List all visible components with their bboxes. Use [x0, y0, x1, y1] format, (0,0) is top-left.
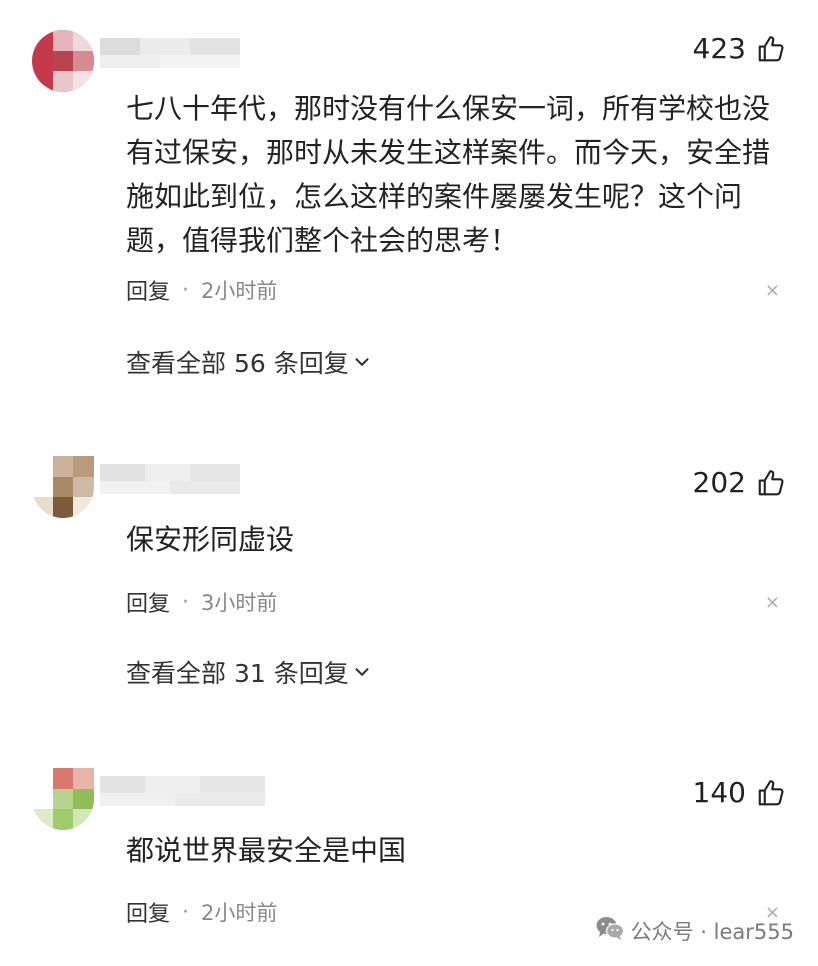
watermark: 公众号 · lear555 [595, 915, 794, 946]
like-control[interactable]: 423 [693, 32, 786, 65]
like-count: 140 [692, 776, 746, 809]
comment-time: 2小时前 [201, 279, 278, 303]
meta-separator: · [182, 899, 190, 925]
username-blurred[interactable] [100, 772, 265, 806]
view-all-replies-label: 查看全部 56 条回复 [126, 349, 349, 378]
thumbs-up-icon[interactable] [756, 34, 786, 64]
like-count: 202 [692, 466, 746, 499]
comment-text: 七八十年代，那时没有什么保安一词，所有学校也没有过保安，那时从未发生这样案件。而… [126, 92, 771, 257]
avatar[interactable] [32, 30, 94, 92]
comment-text: 都说世界最安全是中国 [126, 834, 407, 867]
username-blurred[interactable] [100, 34, 240, 68]
username-blurred[interactable] [100, 460, 240, 494]
thumbs-up-icon[interactable] [756, 468, 786, 498]
view-all-replies-button[interactable]: 查看全部 31 条回复 [126, 654, 373, 690]
view-all-replies-button[interactable]: 查看全部 56 条回复 [126, 344, 373, 380]
chevron-down-icon [351, 351, 373, 373]
like-control[interactable]: 202 [693, 466, 786, 499]
avatar[interactable] [32, 768, 94, 830]
watermark-text: 公众号 · lear555 [630, 919, 794, 944]
comment-meta: 回复 · 2小时前 [126, 274, 277, 306]
avatar[interactable] [32, 456, 94, 518]
comment-time: 2小时前 [201, 901, 278, 925]
reply-button[interactable]: 回复 [126, 896, 170, 928]
comment-meta: 回复 · 2小时前 [126, 896, 277, 928]
view-all-replies-label: 查看全部 31 条回复 [126, 659, 349, 688]
chevron-down-icon [351, 661, 373, 683]
thumbs-up-icon[interactable] [756, 778, 786, 808]
meta-separator: · [182, 589, 190, 615]
close-icon[interactable]: × [765, 592, 780, 613]
like-control[interactable]: 140 [693, 776, 786, 809]
reply-button[interactable]: 回复 [126, 274, 170, 306]
like-count: 423 [692, 32, 746, 65]
comment-time: 3小时前 [201, 591, 278, 615]
comment-text: 保安形同虚设 [126, 523, 295, 556]
comment-meta: 回复 · 3小时前 [126, 586, 277, 618]
meta-separator: · [182, 277, 190, 303]
reply-button[interactable]: 回复 [126, 586, 170, 618]
wechat-icon [595, 915, 625, 946]
close-icon[interactable]: × [765, 280, 780, 301]
